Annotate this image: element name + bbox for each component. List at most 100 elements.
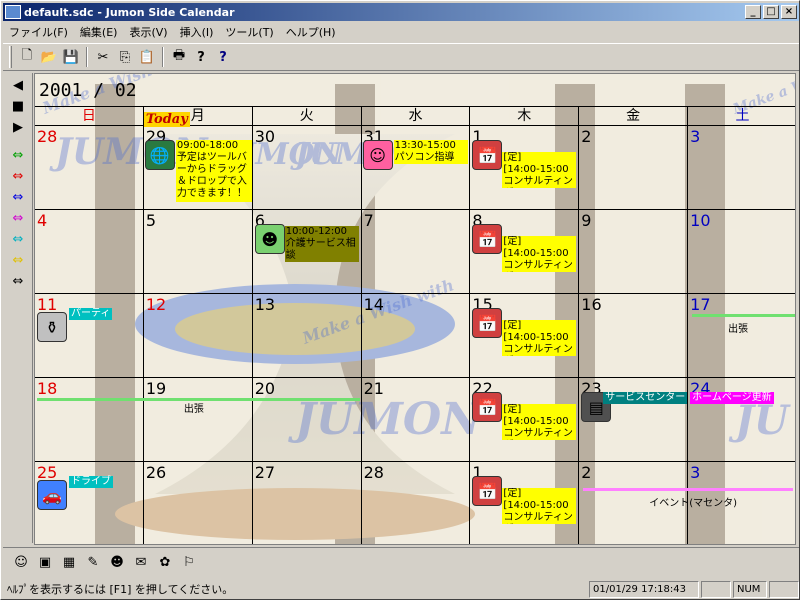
vase-icon[interactable]: ⚱ (37, 312, 67, 342)
save-icon[interactable]: 💾 (60, 46, 82, 68)
menu-edit[interactable]: 編集(E) (74, 24, 124, 40)
menu-file[interactable]: ファイル(F) (3, 24, 74, 40)
day-number: 3 (690, 463, 701, 482)
day-number: 14 (363, 295, 384, 314)
day-cell[interactable]: 14 (361, 294, 471, 378)
context-help-icon[interactable]: ? (212, 46, 234, 68)
toolbar-grip[interactable] (9, 46, 12, 68)
side-span-black-icon[interactable]: ⇔ (5, 272, 31, 290)
calendar-event[interactable]: [定] [14:00-15:00 コンサルティング (502, 488, 577, 524)
calendar-event[interactable]: [定] [14:00-15:00 コンサルティング (502, 320, 577, 356)
day-number: 4 (37, 211, 48, 230)
day-cell[interactable]: 26 (144, 462, 253, 544)
paste-icon[interactable]: 📋 (136, 46, 158, 68)
runner-icon[interactable]: ⚐ (179, 553, 199, 573)
copy-icon[interactable]: ⎘ (114, 46, 136, 68)
month-label: 2001 / 02 (39, 80, 137, 101)
day-cell[interactable]: 13 (252, 294, 362, 378)
menu-help[interactable]: ヘルプ(H) (280, 24, 342, 40)
calendar-event[interactable]: [定] [14:00-15:00 コンサルティング (502, 152, 577, 188)
help-icon[interactable]: ? (190, 46, 212, 68)
day-number: 12 (145, 295, 167, 314)
day-cell[interactable]: 2 (579, 126, 689, 210)
side-span-blue-icon[interactable]: ⇔ (5, 188, 31, 206)
day-cell[interactable]: 3 (688, 126, 795, 210)
day-cell[interactable]: 27 (253, 462, 362, 544)
side-span-magenta-icon[interactable]: ⇔ (5, 209, 31, 227)
maximize-button[interactable]: □ (763, 5, 779, 19)
cut-icon[interactable]: ✂ (92, 46, 114, 68)
side-stop-icon[interactable]: ■ (5, 97, 31, 115)
menu-insert[interactable]: 挿入(I) (174, 24, 220, 40)
day-cell[interactable]: 4 (35, 210, 144, 294)
event-magenta-label[interactable]: イベント(マセンタ) (649, 494, 737, 509)
trip-label[interactable]: 出張 (184, 400, 204, 415)
day-cell[interactable]: 20 (252, 378, 362, 462)
app-icon[interactable] (5, 5, 21, 19)
calendar-stamp-icon[interactable]: 📅 (472, 224, 503, 254)
trip-label[interactable]: 出張 (728, 320, 748, 335)
nurse-icon[interactable]: ☻ (254, 224, 285, 254)
party-tag[interactable]: パーティ (69, 308, 113, 320)
calendar-event[interactable]: [定] [14:00-15:00 コンサルティング (502, 404, 577, 440)
menu-tools[interactable]: ツール(T) (219, 24, 279, 40)
new-icon[interactable]: 🗋 (16, 46, 38, 68)
calendar-event[interactable]: [定] [14:00-15:00 コンサルティング (502, 236, 577, 272)
title-bar[interactable]: default.sdc - Jumon Side Calendar _ □ × (3, 3, 799, 21)
group-icon[interactable]: ☻ (107, 553, 127, 573)
day-cell[interactable]: 5 (143, 210, 253, 294)
day-cell[interactable]: 18 (35, 378, 144, 462)
status-scroll (769, 580, 799, 598)
day-cell[interactable]: 16 (579, 294, 689, 378)
day-cell[interactable]: 12 (143, 294, 253, 378)
side-span-yellow-icon[interactable]: ⇔ (5, 251, 31, 269)
day-cell[interactable]: 24 (688, 378, 795, 462)
day-cell[interactable]: 28 (35, 126, 144, 210)
calendar-stamp-icon[interactable]: 📅 (472, 476, 503, 506)
day-cell[interactable]: 21 (361, 378, 471, 462)
side-next-arrow-icon[interactable]: ▶ (5, 118, 31, 136)
service-center-tag[interactable]: サービスセンター (603, 392, 688, 404)
side-span-green-icon[interactable]: ⇔ (5, 146, 31, 164)
car-icon[interactable]: 🚗 (37, 480, 67, 510)
picture-icon[interactable]: ▣ (35, 553, 55, 573)
day-cell[interactable]: 10 (688, 210, 795, 294)
status-bar: ﾍﾙﾌﾟを表示するには [F1] を押してください。 01/01/29 17:1… (3, 579, 799, 599)
calendar-view[interactable]: Make a Wish with JUMON Make a Wish with … (34, 73, 796, 545)
palette-icon[interactable]: ✿ (155, 553, 175, 573)
calendar-icon[interactable]: ▦ (59, 553, 79, 573)
close-button[interactable]: × (781, 5, 797, 19)
drive-tag[interactable]: ドライブ (69, 476, 113, 488)
side-span-cyan-icon[interactable]: ⇔ (5, 230, 31, 248)
calendar-stamp-icon[interactable]: 📅 (472, 392, 503, 422)
tools-icon[interactable]: ✉ (131, 553, 151, 573)
event-span-line[interactable] (583, 488, 793, 491)
day-cell[interactable]: 7 (361, 210, 471, 294)
menu-view[interactable]: 表示(V) (123, 24, 173, 40)
globe-icon[interactable]: 🌐 (144, 140, 175, 170)
homepage-update-tag[interactable]: ホームページ更新 (690, 392, 774, 404)
side-span-red-icon[interactable]: ⇔ (5, 167, 31, 185)
dow-header: 水 (362, 107, 471, 125)
person-icon[interactable]: ☺ (11, 553, 31, 573)
minimize-button[interactable]: _ (745, 5, 761, 19)
app-window: default.sdc - Jumon Side Calendar _ □ × … (0, 0, 800, 600)
trip-span-line[interactable] (692, 314, 795, 317)
calendar-stamp-icon[interactable]: 📅 (472, 308, 503, 338)
side-toolbar: ◀ ■ ▶ ⇔ ⇔ ⇔ ⇔ ⇔ ⇔ ⇔ (3, 73, 33, 543)
teacher-icon[interactable]: ☺ (362, 140, 393, 170)
day-cell[interactable]: 30 (252, 126, 362, 210)
calendar-event[interactable]: 09:00-18:00 予定はツールバーからドラッグ＆ドロップで入力できます！！ (175, 140, 252, 202)
calendar-header: 2001 / 02 (35, 74, 795, 106)
open-icon[interactable]: 📂 (38, 46, 60, 68)
calendar-stamp-icon[interactable]: 📅 (472, 140, 503, 170)
day-cell[interactable]: 28 (362, 462, 471, 544)
calendar-event[interactable]: 10:00-12:00 介護サービス相談 (284, 226, 359, 262)
note-icon[interactable]: ✎ (83, 553, 103, 573)
day-cell[interactable]: 19 (143, 378, 253, 462)
print-icon[interactable]: 🖶 (168, 46, 190, 68)
day-cell[interactable]: 9 (579, 210, 689, 294)
side-prev-arrow-icon[interactable]: ◀ (5, 76, 31, 94)
day-cell[interactable]: 17 (688, 294, 795, 378)
calendar-event[interactable]: 13:30-15:00 パソコン指導 (393, 140, 468, 164)
